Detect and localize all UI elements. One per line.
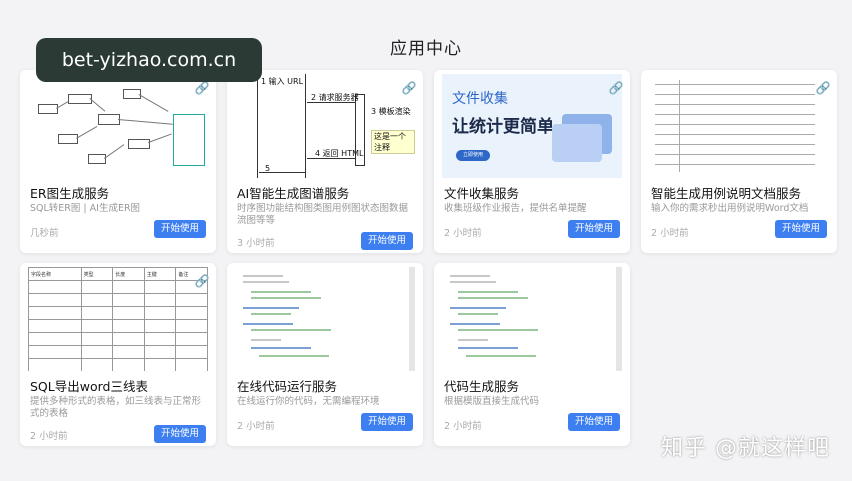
card-timestamp: 2 小时前	[444, 421, 482, 432]
card-timestamp: 2 小时前	[444, 228, 482, 239]
card-description: 输入你的需求秒出用例说明Word文档	[651, 203, 809, 214]
card-timestamp: 2 小时前	[651, 228, 689, 239]
table-header-cell: 主键	[143, 267, 177, 281]
card-timestamp: 几秒前	[30, 228, 59, 239]
watermark: bet-yizhao.com.cn	[36, 38, 262, 82]
card-timestamp: 2 小时前	[237, 421, 275, 432]
table-header-cell: 长度	[112, 267, 145, 281]
er-diagram-thumbnail	[28, 74, 208, 178]
start-button[interactable]: 开始使用	[775, 220, 827, 238]
card-title: 代码生成服务	[444, 379, 520, 394]
app-card-code-run[interactable]: 在线代码运行服务 在线运行你的代码，无需编程环境 2 小时前 开始使用	[227, 263, 423, 446]
start-button[interactable]: 开始使用	[568, 413, 620, 431]
start-button[interactable]: 开始使用	[154, 220, 206, 238]
card-title: 文件收集服务	[444, 186, 520, 201]
card-description: 收集班级作业报告，提供名单提醒	[444, 203, 587, 214]
banner-tagline: 让统计更简单	[452, 117, 554, 137]
zhihu-watermark: 知乎 @就这样吧	[661, 436, 830, 461]
link-icon[interactable]: 🔗	[608, 80, 624, 96]
link-icon[interactable]: 🔗	[401, 80, 417, 96]
app-card-file-collect[interactable]: 文件收集 让统计更简单 立即使用 🔗 文件收集服务 收集班级作业报告，提供名单提…	[434, 70, 630, 253]
card-description: 时序图功能结构图类图用例图状态图数据流图等等	[237, 203, 409, 226]
card-timestamp: 2 小时前	[30, 431, 68, 442]
table-thumbnail: 字段名称 类型 长度 主键 备注	[28, 267, 208, 371]
card-title: AI智能生成图谱服务	[237, 186, 350, 201]
card-description: 在线运行你的代码，无需编程环境	[237, 396, 380, 407]
start-button[interactable]: 开始使用	[568, 220, 620, 238]
card-description: 根据模版直接生成代码	[444, 396, 540, 407]
banner-cta: 立即使用	[456, 150, 490, 161]
card-title: 智能生成用例说明文档服务	[651, 186, 802, 201]
app-card-code-gen[interactable]: 代码生成服务 根据模版直接生成代码 2 小时前 开始使用	[434, 263, 630, 446]
table-header-cell: 类型	[80, 267, 114, 281]
sequence-step-label: 1 输入 URL	[261, 77, 304, 86]
app-card-usecase-doc[interactable]: 🔗 智能生成用例说明文档服务 输入你的需求秒出用例说明Word文档 2 小时前 …	[641, 70, 837, 253]
start-button[interactable]: 开始使用	[361, 413, 413, 431]
card-title: ER图生成服务	[30, 186, 110, 201]
link-icon[interactable]: 🔗	[815, 80, 831, 96]
start-button[interactable]: 开始使用	[154, 425, 206, 443]
card-description: SQL转ER图 | AI生成ER图	[30, 203, 141, 214]
card-title: 在线代码运行服务	[237, 379, 338, 394]
link-icon[interactable]: 🔗	[194, 273, 210, 289]
sequence-note: 这是一个注释	[371, 130, 415, 154]
document-thumbnail	[649, 74, 829, 178]
app-card-ai-graph[interactable]: 1 输入 URL 2 请求服务器 3 模板渲染 这是一个注释 4 返回 HTML…	[227, 70, 423, 253]
card-timestamp: 3 小时前	[237, 238, 275, 249]
sequence-diagram-thumbnail: 1 输入 URL 2 请求服务器 3 模板渲染 这是一个注释 4 返回 HTML…	[235, 74, 415, 178]
app-card-sql-word[interactable]: 字段名称 类型 长度 主键 备注 🔗 SQL导出word三线表 提供多种形式的表…	[20, 263, 216, 446]
app-card-er[interactable]: 🔗 ER图生成服务 SQL转ER图 | AI生成ER图 几秒前 开始使用	[20, 70, 216, 253]
start-button[interactable]: 开始使用	[361, 232, 413, 250]
sequence-step-label: 3 模板渲染	[371, 107, 411, 116]
card-description: 提供多种形式的表格，如三线表与正常形式的表格	[30, 396, 202, 419]
code-editor-thumbnail	[235, 267, 415, 371]
table-header-cell: 字段名称	[28, 267, 82, 281]
card-title: SQL导出word三线表	[30, 379, 148, 394]
file-collect-banner: 文件收集 让统计更简单 立即使用	[442, 74, 622, 178]
link-icon[interactable]: 🔗	[194, 80, 210, 96]
banner-headline: 文件收集	[452, 91, 508, 107]
code-editor-thumbnail	[442, 267, 622, 371]
